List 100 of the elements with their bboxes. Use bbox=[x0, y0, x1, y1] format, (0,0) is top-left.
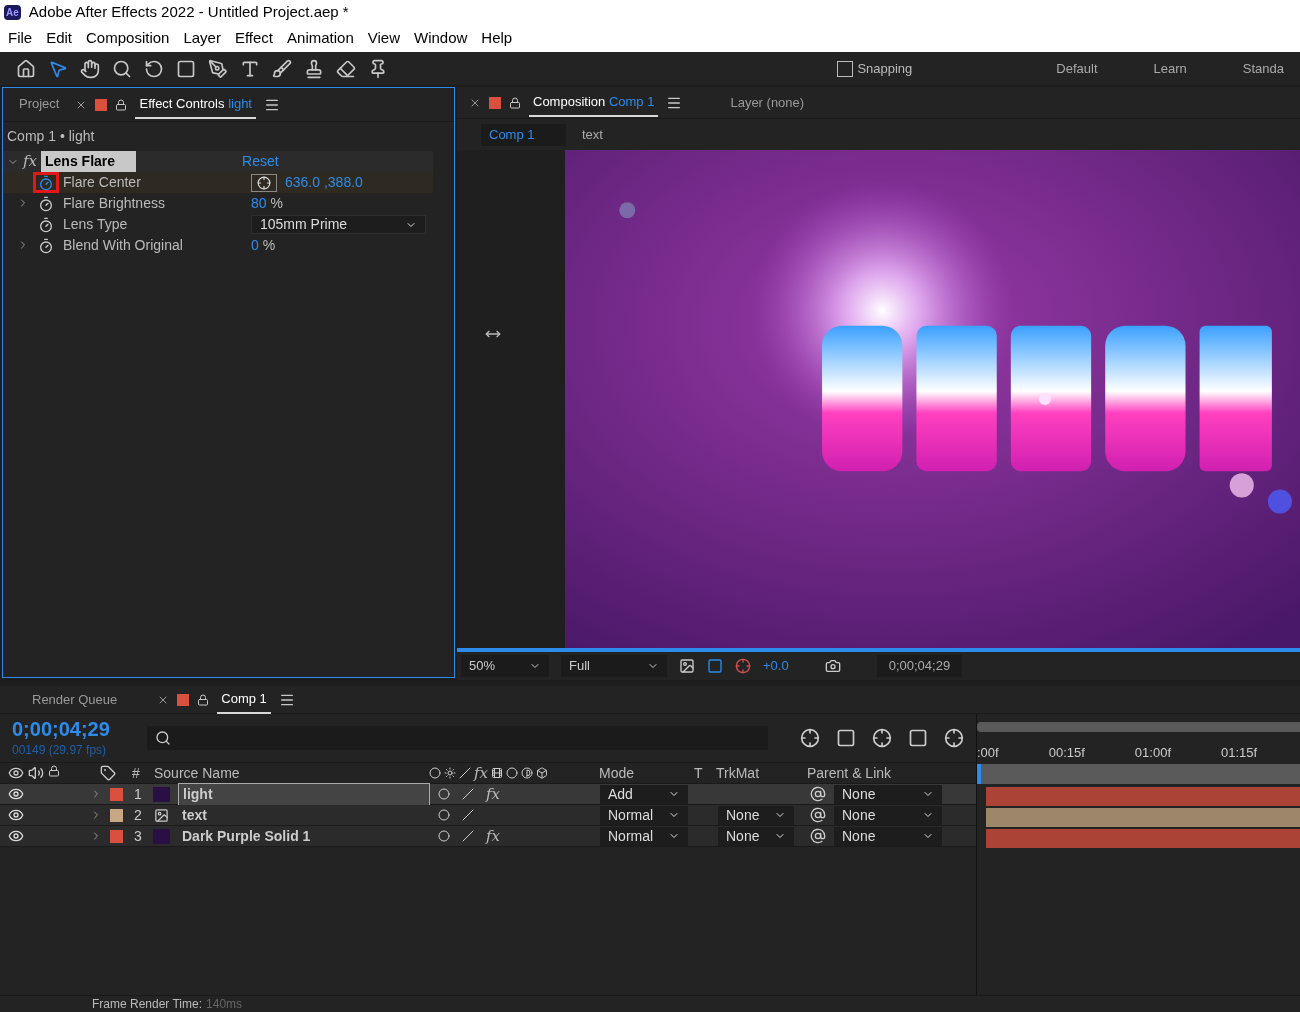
color-label-icon bbox=[177, 693, 190, 706]
shy-switch-icon[interactable] bbox=[438, 809, 450, 821]
label-swatch[interactable] bbox=[110, 808, 123, 822]
layer-row[interactable]: 3 Dark Purple Solid 1 fx Normal None None bbox=[0, 826, 976, 847]
mode-dropdown[interactable]: Normal bbox=[600, 805, 688, 825]
property-name: Blend With Original bbox=[63, 236, 183, 255]
rectangle-icon[interactable] bbox=[176, 58, 196, 79]
workspace-tab[interactable]: Default bbox=[1056, 58, 1098, 79]
resolution-dropdown[interactable]: Full bbox=[561, 654, 667, 677]
lock-icon[interactable] bbox=[197, 693, 210, 706]
panel-tab[interactable]: Effect Controls light bbox=[135, 89, 256, 120]
reset-link[interactable]: Reset bbox=[242, 151, 279, 172]
half-circle-icon[interactable] bbox=[521, 767, 533, 779]
circle-icon[interactable] bbox=[506, 767, 518, 779]
quality-switch-icon[interactable] bbox=[462, 830, 474, 842]
slash-icon[interactable] bbox=[459, 767, 471, 779]
menu-item[interactable]: Edit bbox=[46, 27, 73, 50]
layer-name[interactable]: Dark Purple Solid 1 bbox=[178, 825, 430, 847]
snapping-checkbox[interactable] bbox=[837, 60, 854, 77]
menu-item[interactable]: Window bbox=[414, 27, 468, 50]
comp-breadcrumb[interactable]: Comp 1 bbox=[481, 123, 566, 146]
rotate-icon[interactable] bbox=[144, 58, 164, 79]
pickwhip-icon[interactable] bbox=[810, 828, 826, 844]
comp-breadcrumb[interactable]: text bbox=[574, 123, 611, 146]
eye-icon[interactable] bbox=[8, 765, 24, 781]
layer-number: 2 bbox=[133, 805, 143, 825]
cube-icon[interactable] bbox=[536, 767, 548, 779]
search-icon[interactable] bbox=[112, 58, 132, 79]
region-icon[interactable] bbox=[707, 657, 723, 674]
menu-item[interactable]: Animation bbox=[287, 27, 354, 50]
current-time-field[interactable]: 0;00;04;29 bbox=[876, 654, 963, 677]
menu-item[interactable]: File bbox=[8, 27, 33, 50]
lock-icon[interactable] bbox=[115, 98, 128, 111]
zoom-dropdown[interactable]: 50% bbox=[461, 654, 549, 677]
layer-row[interactable]: 2 text Normal None None bbox=[0, 805, 976, 826]
eye-icon[interactable] bbox=[8, 828, 24, 844]
panel-tab[interactable]: Render Queue bbox=[32, 689, 118, 710]
fx-switch[interactable]: fx bbox=[486, 824, 500, 848]
layer-name[interactable]: text bbox=[178, 804, 430, 826]
workspace-tab[interactable]: Learn bbox=[1153, 58, 1187, 79]
panel-tab[interactable]: Comp 1 bbox=[217, 684, 271, 715]
lock-icon[interactable] bbox=[509, 96, 521, 109]
eraser-icon[interactable] bbox=[336, 58, 356, 79]
trkmat-dropdown[interactable]: None bbox=[718, 805, 794, 825]
eye-icon[interactable] bbox=[8, 786, 24, 802]
crosshair-icon[interactable] bbox=[251, 173, 277, 192]
lens-type-dropdown[interactable]: 105mm Prime bbox=[251, 215, 426, 234]
camera-icon[interactable] bbox=[824, 657, 841, 674]
mode-dropdown[interactable]: Normal bbox=[600, 826, 688, 846]
pen-icon[interactable] bbox=[208, 58, 228, 79]
search-field[interactable] bbox=[146, 726, 768, 750]
fx-switch[interactable]: fx bbox=[486, 782, 500, 806]
parent-dropdown[interactable]: None bbox=[834, 826, 942, 846]
panel-tab[interactable]: Composition Comp 1 bbox=[529, 87, 659, 118]
layer-name[interactable]: light bbox=[178, 782, 430, 806]
timecode-display[interactable]: 0;00;04;29 bbox=[12, 717, 131, 741]
audio-icon[interactable] bbox=[28, 765, 44, 781]
menu-item[interactable]: Layer bbox=[183, 27, 221, 50]
property-value[interactable]: 636.0 ,388.0 bbox=[285, 172, 363, 193]
property-value[interactable]: 0 bbox=[251, 235, 259, 256]
stopwatch-icon[interactable] bbox=[38, 216, 54, 233]
menu-item[interactable]: View bbox=[367, 27, 400, 50]
unit-label: % bbox=[262, 236, 276, 255]
label-icon[interactable] bbox=[100, 765, 116, 781]
stopwatch-icon[interactable] bbox=[38, 174, 54, 191]
stopwatch-icon[interactable] bbox=[38, 195, 54, 212]
mode-dropdown[interactable]: Add bbox=[600, 784, 688, 804]
panel-tab[interactable]: Layer (none) bbox=[730, 92, 805, 113]
label-swatch[interactable] bbox=[110, 787, 123, 801]
quality-switch-icon[interactable] bbox=[462, 788, 474, 800]
property-value[interactable]: 80 bbox=[251, 193, 267, 214]
pickwhip-icon[interactable] bbox=[810, 807, 826, 823]
pickwhip-icon[interactable] bbox=[810, 786, 826, 802]
preview-icon[interactable] bbox=[679, 657, 695, 674]
trkmat-dropdown[interactable]: None bbox=[718, 826, 794, 846]
quality-switch-icon[interactable] bbox=[462, 809, 474, 821]
label-swatch[interactable] bbox=[110, 829, 123, 843]
menu-item[interactable]: Effect bbox=[234, 27, 274, 50]
sun-icon[interactable] bbox=[444, 767, 456, 779]
stopwatch-icon[interactable] bbox=[38, 237, 54, 254]
brush-icon[interactable] bbox=[272, 58, 292, 79]
shy-switch-icon[interactable] bbox=[438, 788, 450, 800]
film-icon[interactable] bbox=[491, 767, 503, 779]
pin-icon[interactable] bbox=[368, 58, 388, 79]
parent-dropdown[interactable]: None bbox=[834, 805, 942, 825]
menu-item[interactable]: Composition bbox=[86, 27, 170, 50]
hand-icon[interactable] bbox=[80, 58, 100, 79]
panel-tab[interactable]: Project bbox=[15, 89, 64, 120]
home-icon[interactable] bbox=[16, 58, 36, 79]
eye-icon[interactable] bbox=[8, 807, 24, 823]
render-time-value: 140ms bbox=[206, 996, 243, 1012]
lock-icon[interactable] bbox=[48, 765, 60, 777]
solid-icon bbox=[153, 828, 170, 844]
workspace-tab[interactable]: Standa bbox=[1242, 58, 1284, 79]
stamp-icon[interactable] bbox=[304, 58, 324, 79]
parent-dropdown[interactable]: None bbox=[834, 784, 942, 804]
menu-item[interactable]: Help bbox=[481, 27, 513, 50]
exposure-value[interactable]: +0.0 bbox=[763, 656, 789, 676]
layer-row[interactable]: 1 light fx Add None bbox=[0, 784, 976, 805]
shy-switch-icon[interactable] bbox=[438, 830, 450, 842]
